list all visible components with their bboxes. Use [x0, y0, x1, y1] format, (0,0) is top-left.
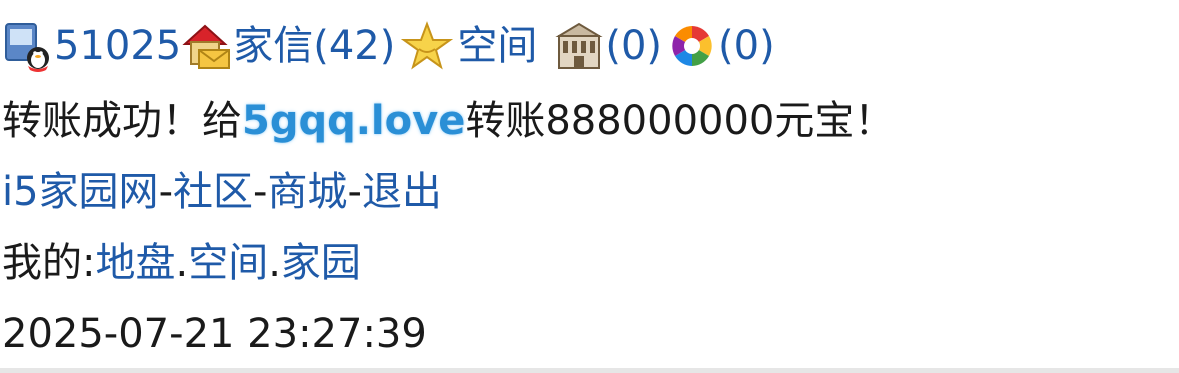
- mail-link[interactable]: 家信(42): [233, 16, 395, 76]
- building-count-link[interactable]: (0): [605, 16, 662, 76]
- my-home-link[interactable]: 家园: [281, 233, 361, 293]
- building-icon[interactable]: [553, 20, 605, 72]
- aperture-icon[interactable]: [666, 20, 718, 72]
- star-icon: [401, 20, 454, 72]
- transfer-message: 转账成功！给 5gqq.love 转账888000000元宝！: [2, 91, 894, 151]
- nav-separator: -: [347, 169, 362, 215]
- qq-user-icon[interactable]: [2, 20, 54, 72]
- user-id-link[interactable]: 51025: [54, 16, 181, 76]
- my-land-link[interactable]: 地盘: [95, 233, 175, 293]
- status-bar: 51025 家信(42) 空间 (0) (0): [2, 16, 775, 76]
- timestamp: 2025-07-21 23:27:39: [2, 311, 427, 357]
- home-link[interactable]: i5家园网: [2, 162, 159, 222]
- bottom-divider: [0, 368, 1179, 373]
- house-mail-icon: [181, 20, 233, 72]
- my-label: 我的:: [2, 240, 96, 286]
- dot-separator: .: [175, 240, 189, 286]
- my-space-link[interactable]: 空间: [188, 233, 268, 293]
- dot-separator: .: [268, 240, 281, 286]
- transfer-recipient: 5gqq.love: [242, 98, 466, 144]
- transfer-prefix: 转账成功！给: [2, 98, 242, 144]
- camera-count-link[interactable]: (0): [718, 16, 775, 76]
- mall-link[interactable]: 商城: [267, 162, 347, 222]
- community-link[interactable]: 社区: [173, 162, 253, 222]
- transfer-suffix: 转账888000000元宝！: [465, 98, 895, 144]
- space-link[interactable]: 空间: [457, 16, 537, 76]
- nav-links: i5家园网 - 社区 - 商城 - 退出: [2, 162, 442, 222]
- my-links: 我的: 地盘 . 空间 . 家园: [2, 233, 361, 293]
- logout-link[interactable]: 退出: [362, 162, 442, 222]
- nav-separator: -: [253, 169, 268, 215]
- nav-separator: -: [158, 169, 173, 215]
